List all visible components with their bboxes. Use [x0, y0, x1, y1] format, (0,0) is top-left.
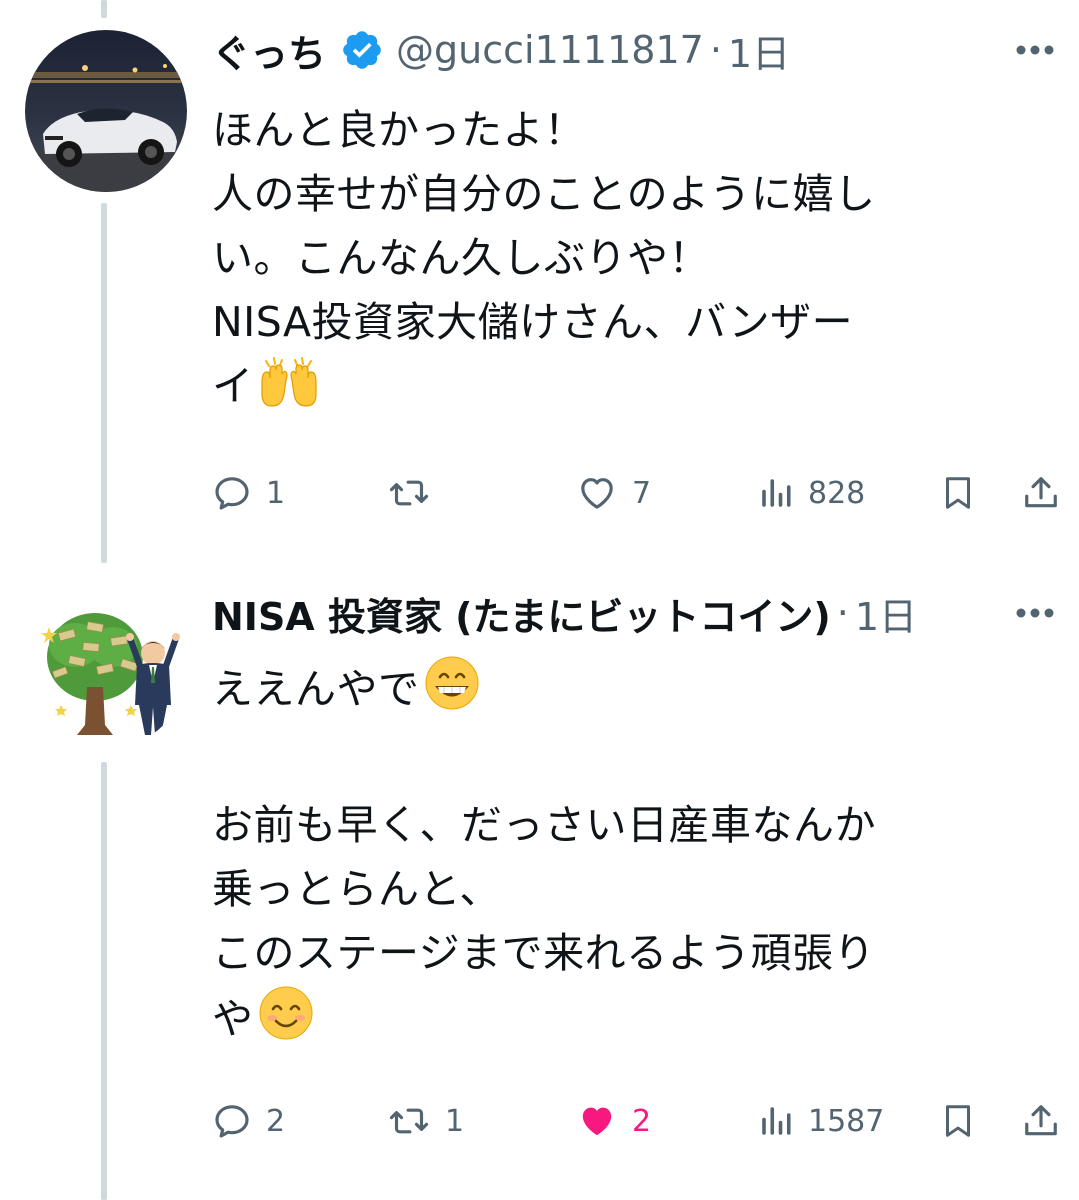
- avatar-car-image: [25, 30, 187, 192]
- raising-hands-emoji-icon: [260, 357, 317, 407]
- share-icon: [1025, 1105, 1057, 1136]
- tweet-text: ほんと良かったよ！ 人の幸せが自分のことのように嬉し い。こんなん久しぶりや！ …: [212, 98, 1039, 418]
- tweet-text-line: ええんやで: [212, 655, 1039, 719]
- tweet-text-line-blank: [212, 719, 1039, 783]
- like-count: 7: [632, 475, 652, 511]
- views-chart-icon: [762, 479, 791, 507]
- bookmark-icon: [946, 477, 970, 509]
- grinning-face-emoji-icon: [425, 656, 478, 710]
- heart-icon: [581, 478, 613, 509]
- tweet-text-fragment: イ: [212, 362, 254, 410]
- display-name[interactable]: NISA 投資家 (たまにビットコイン): [212, 586, 831, 641]
- heart-filled-icon: [582, 1107, 612, 1136]
- separator-dot: ·: [836, 591, 849, 635]
- tweet-text-line: お前も早く、だっさい日産車なんか: [212, 801, 876, 849]
- tweet-text-line: 人の幸せが自分のことのように嬉し: [212, 170, 876, 218]
- avatar-money-tree-image: [25, 587, 187, 749]
- retweet-button[interactable]: [387, 468, 445, 518]
- tweet-actions: 2 1 2 1587: [212, 1096, 1061, 1146]
- tweet-actions: 1 7 828: [212, 468, 1061, 518]
- tweet-header: NISA 投資家 (たまにビットコイン) · 1日: [212, 583, 1059, 643]
- reply-count: 1: [266, 475, 286, 511]
- more-options-icon[interactable]: [1011, 593, 1059, 633]
- bookmark-button[interactable]: [940, 468, 976, 518]
- share-button[interactable]: [1022, 1096, 1060, 1146]
- reply-button[interactable]: 2: [212, 1096, 285, 1146]
- views-chart-icon: [762, 1107, 791, 1135]
- bookmark-icon: [946, 1105, 970, 1137]
- views-button[interactable]: 1587: [758, 1096, 884, 1146]
- more-options-icon[interactable]: [1011, 30, 1059, 70]
- reply-count: 2: [266, 1103, 286, 1139]
- tweet-text-line: 乗っとらんと、: [212, 865, 501, 913]
- avatar-gucci[interactable]: [25, 30, 187, 192]
- verified-badge-icon: [343, 31, 381, 69]
- tweet-1[interactable]: ぐっち @gucci1111817 · 1日 ほんと良かったよ！ 人の幸せが自分…: [0, 0, 1079, 560]
- retweet-icon: [389, 1108, 429, 1134]
- reply-icon: [215, 1105, 249, 1138]
- like-count: 2: [632, 1103, 652, 1139]
- views-count: 828: [808, 475, 866, 511]
- smiling-face-emoji-icon: [259, 986, 312, 1040]
- separator-dot: ·: [709, 28, 722, 72]
- views-button[interactable]: 828: [758, 468, 865, 518]
- tweet-text-line: ほんと良かったよ！: [212, 106, 586, 154]
- tweet-text-line: い。こんなん久しぶりや！: [212, 234, 710, 282]
- reply-icon: [215, 477, 249, 510]
- tweet-text: ええんやで お前も早く、だっさい日産車なんか 乗っとらんと、 このステージまで来…: [212, 655, 1039, 1049]
- timestamp[interactable]: 1日: [855, 586, 917, 641]
- tweet-header: ぐっち @gucci1111817 · 1日: [212, 20, 1059, 80]
- tweet-text-line-last: イ: [212, 354, 1039, 418]
- reply-button[interactable]: 1: [212, 468, 285, 518]
- like-button[interactable]: 7: [576, 468, 651, 518]
- tweet-text-line: NISA投資家大儲けさん、バンザー: [212, 298, 854, 346]
- tweet-text-line: このステージまで来れるよう頑張り: [212, 929, 876, 977]
- tweet-text-line-last: や: [212, 985, 1039, 1049]
- retweet-icon: [389, 480, 429, 506]
- bookmark-button[interactable]: [940, 1096, 976, 1146]
- share-icon: [1025, 477, 1057, 508]
- like-button[interactable]: 2: [576, 1096, 651, 1146]
- tweet-text-fragment: ええんやで: [212, 665, 420, 713]
- views-count: 1587: [808, 1103, 885, 1139]
- avatar-nisa[interactable]: [25, 587, 187, 749]
- tweet-2[interactable]: NISA 投資家 (たまにビットコイン) · 1日 ええんやで お前も早く、だっ…: [0, 575, 1079, 1200]
- retweet-count: 1: [445, 1103, 465, 1139]
- handle[interactable]: @gucci1111817: [396, 28, 704, 72]
- retweet-button[interactable]: 1: [387, 1096, 464, 1146]
- timestamp[interactable]: 1日: [728, 23, 790, 78]
- share-button[interactable]: [1022, 468, 1060, 518]
- tweet-text-fragment: や: [212, 995, 254, 1043]
- display-name[interactable]: ぐっち: [212, 23, 326, 78]
